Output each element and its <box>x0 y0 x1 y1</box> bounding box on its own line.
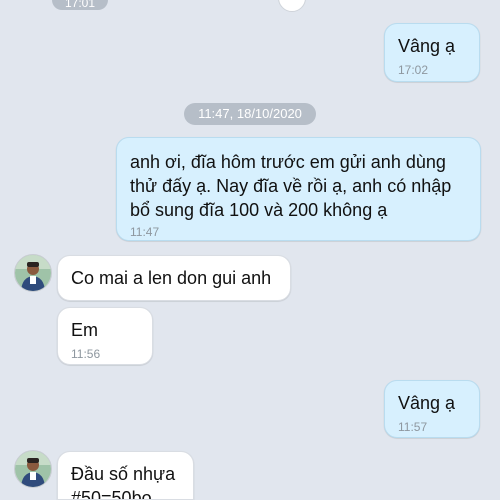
message-time: 11:56 <box>71 347 101 361</box>
avatar-icon <box>15 451 51 487</box>
message-bubble-incoming[interactable]: Em 11:56 <box>57 307 153 365</box>
time-chip: 17:01 <box>52 0 108 10</box>
message-text: Co mai a len don gui anh <box>71 268 272 288</box>
message-bubble-outgoing[interactable]: Vâng ạ 11:57 <box>384 380 480 438</box>
message-bubble-outgoing[interactable]: anh ơi, đĩa hôm trước em gửi anh dùng th… <box>116 137 481 241</box>
message-time: 11:47 <box>130 225 160 239</box>
contact-avatar[interactable] <box>14 450 52 488</box>
message-text: Em <box>71 320 98 340</box>
message-text: Vâng ạ <box>398 36 456 56</box>
message-bubble-incoming[interactable]: Đầu số nhựa #50=50bo <box>57 451 194 500</box>
message-time: 17:02 <box>398 63 429 77</box>
reaction-circle-icon[interactable] <box>278 0 306 12</box>
message-text: anh ơi, đĩa hôm trước em gửi anh dùng th… <box>130 152 452 220</box>
contact-avatar[interactable] <box>14 254 52 292</box>
message-text: Đầu số nhựa #50=50bo <box>71 464 176 500</box>
date-separator: 11:47, 18/10/2020 <box>184 103 316 125</box>
avatar-icon <box>15 255 51 291</box>
message-text: Vâng ạ <box>398 393 456 413</box>
message-time: 11:57 <box>398 420 428 434</box>
message-bubble-incoming[interactable]: Co mai a len don gui anh <box>57 255 291 301</box>
message-bubble-outgoing[interactable]: Vâng ạ 17:02 <box>384 23 480 82</box>
